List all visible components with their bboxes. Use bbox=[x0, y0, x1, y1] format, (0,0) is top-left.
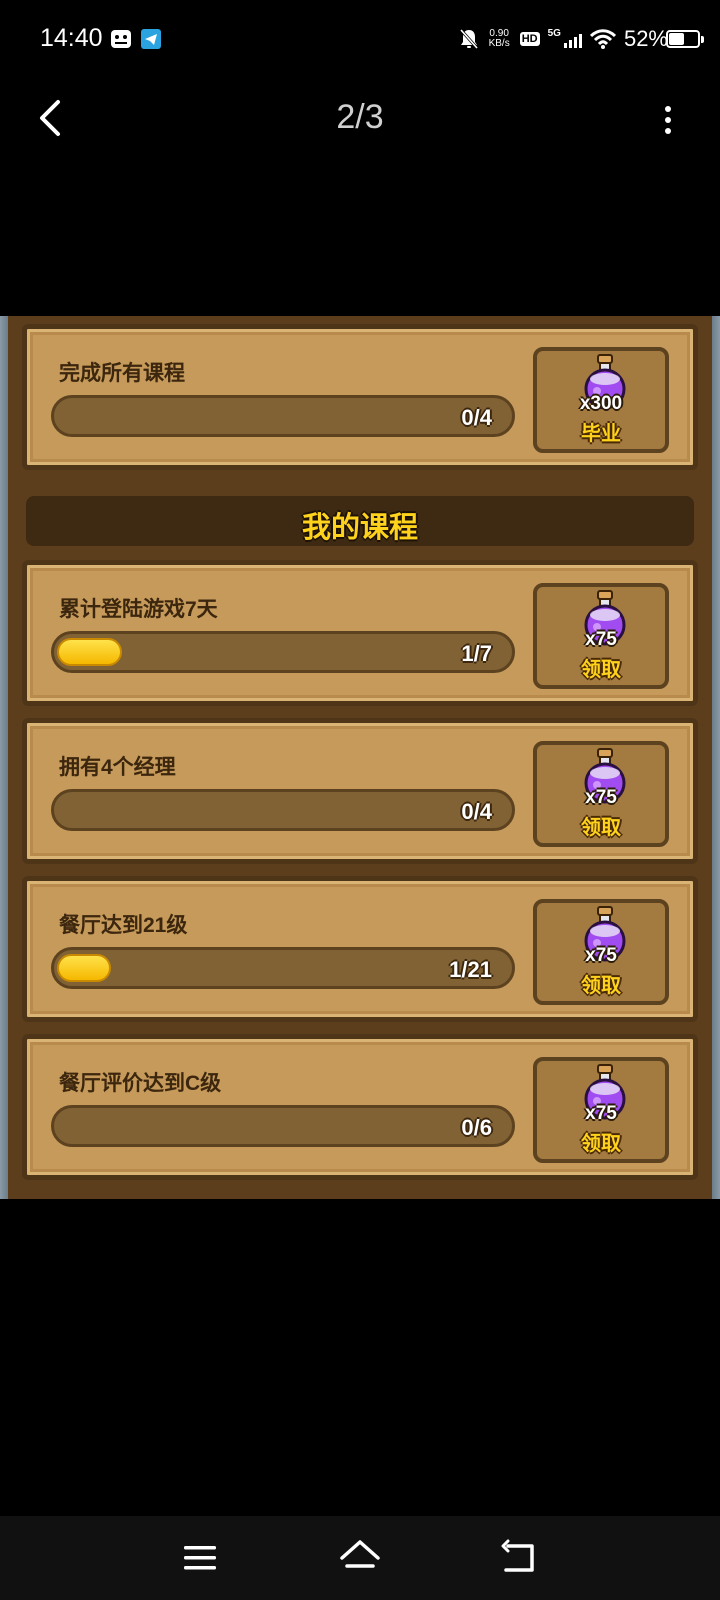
progress-fill bbox=[57, 954, 111, 982]
claim-reward-button[interactable]: x75 领取 bbox=[533, 741, 669, 847]
course-title: 餐厅达到21级 bbox=[59, 914, 188, 937]
reward-count: x75 bbox=[585, 1103, 617, 1124]
status-right: 0.90 KB/s HD 5G 52% bbox=[459, 24, 668, 54]
claim-label: 领取 bbox=[581, 1133, 621, 1155]
home-icon[interactable] bbox=[338, 1536, 382, 1580]
section-title: 我的课程 bbox=[301, 512, 418, 544]
course-title: 累计登陆游戏7天 bbox=[59, 598, 218, 621]
reward-count: x75 bbox=[585, 787, 617, 808]
graduation-title: 完成所有课程 bbox=[59, 362, 185, 385]
back-icon[interactable] bbox=[498, 1536, 542, 1580]
course-card: 餐厅达到21级 1/21 x75 领取 bbox=[22, 876, 698, 1022]
progress-text: 0/4 bbox=[461, 405, 492, 430]
mute-icon bbox=[459, 29, 478, 49]
net-speed-unit: KB/s bbox=[488, 38, 510, 49]
progress-bar: 0/6 bbox=[51, 1105, 515, 1147]
reward-count: x300 bbox=[579, 393, 623, 414]
battery-fill bbox=[669, 33, 684, 45]
telegram-icon bbox=[141, 29, 161, 49]
progress-bar: 1/7 bbox=[51, 631, 515, 673]
claim-reward-button[interactable]: x75 领取 bbox=[533, 1057, 669, 1163]
reward-count: x75 bbox=[585, 945, 617, 966]
gallery-icon bbox=[111, 30, 131, 48]
menu-icon[interactable] bbox=[178, 1536, 222, 1580]
progress-text: 1/7 bbox=[461, 641, 492, 666]
graduate-reward-button[interactable]: x300 毕业 bbox=[533, 347, 669, 453]
graduation-card: 完成所有课程 0/4 x300 毕业 bbox=[22, 324, 698, 470]
course-card: 累计登陆游戏7天 1/7 x75 领取 bbox=[22, 560, 698, 706]
graduate-label: 毕业 bbox=[581, 423, 621, 445]
section-header: 我的课程 bbox=[26, 496, 694, 546]
course-title: 餐厅评价达到C级 bbox=[59, 1072, 222, 1095]
game-screenshot: 完成所有课程 0/4 x300 毕业 我的课程 累计登陆游戏7天 1/7 x75… bbox=[0, 316, 720, 1199]
progress-text: 0/4 bbox=[461, 799, 492, 824]
battery-percent: 52% bbox=[623, 26, 668, 51]
claim-label: 领取 bbox=[581, 817, 621, 839]
claim-label: 领取 bbox=[581, 659, 621, 681]
more-button[interactable] bbox=[656, 100, 680, 140]
claim-label: 领取 bbox=[581, 975, 621, 997]
claim-reward-button[interactable]: x75 领取 bbox=[533, 583, 669, 689]
progress-text: 0/6 bbox=[461, 1115, 492, 1140]
progress-bar: 1/21 bbox=[51, 947, 515, 989]
status-time: 14:40 bbox=[40, 24, 103, 52]
status-bar: 14:40 0.90 KB/s HD 5G 52% bbox=[0, 0, 720, 80]
course-card: 拥有4个经理 0/4 x75 领取 bbox=[22, 718, 698, 864]
hd-badge: HD bbox=[519, 32, 540, 46]
claim-reward-button[interactable]: x75 领取 bbox=[533, 899, 669, 1005]
navigation-bar bbox=[0, 1516, 720, 1600]
course-title: 拥有4个经理 bbox=[59, 756, 176, 779]
progress-fill bbox=[57, 638, 122, 666]
net-speed: 0.90 KB/s bbox=[489, 29, 510, 49]
progress-bar: 0/4 bbox=[51, 789, 515, 831]
wifi-icon bbox=[589, 29, 616, 49]
progress-text: 1/21 bbox=[449, 957, 492, 982]
signal-icon bbox=[562, 30, 582, 48]
course-card: 餐厅评价达到C级 0/6 x75 领取 bbox=[22, 1034, 698, 1180]
page-indicator: 2/3 bbox=[336, 98, 384, 136]
reward-count: x75 bbox=[585, 629, 617, 650]
network-type: 5G bbox=[547, 27, 561, 39]
progress-bar: 0/4 bbox=[51, 395, 515, 437]
battery-icon bbox=[666, 30, 704, 48]
